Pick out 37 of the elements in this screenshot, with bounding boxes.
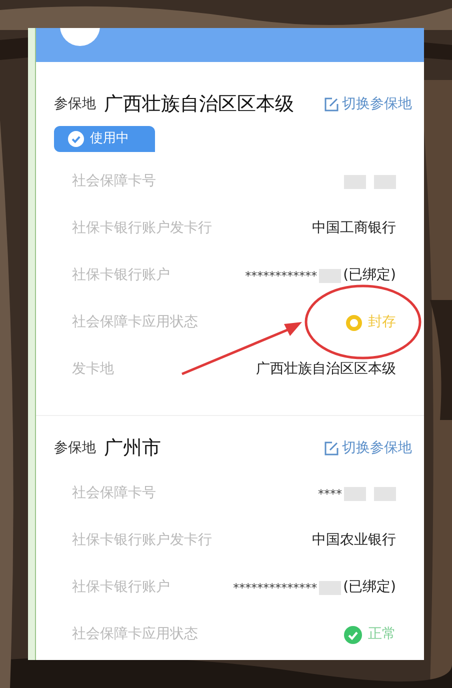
field-value: 中国农业银行: [312, 531, 396, 550]
masked-number: ****: [318, 486, 342, 502]
field-label: 社保卡银行账户: [72, 266, 170, 285]
field-label: 社会保障卡应用状态: [72, 313, 198, 332]
field-label: 社保卡银行账户发卡行: [72, 219, 212, 238]
blurred-digits: [319, 268, 342, 282]
blurred-digits: [344, 174, 366, 188]
check-circle-icon: [68, 131, 84, 147]
blurred-digits: [374, 174, 396, 188]
in-use-badge: 使用中: [54, 126, 155, 152]
field-value: 广西壮族自治区区本级: [256, 360, 396, 379]
edit-icon: [324, 440, 339, 456]
field-value: 中国工商银行: [312, 219, 396, 238]
status-dot-icon: [346, 314, 362, 330]
field-label: 社会保障卡号: [72, 484, 156, 503]
blurred-digits: [319, 580, 342, 594]
bound-label: (已绑定): [343, 266, 396, 285]
switch-place-link[interactable]: 切换参保地: [324, 94, 412, 114]
field-label: 社会保障卡应用状态: [72, 625, 198, 644]
blurred-digits: [374, 486, 396, 500]
insured-place-label: 参保地: [54, 94, 96, 114]
edit-icon: [324, 96, 339, 112]
bound-label: (已绑定): [343, 578, 396, 597]
field-label: 社保卡银行账户发卡行: [72, 531, 212, 550]
masked-number: ************: [245, 268, 318, 284]
switch-place-link[interactable]: 切换参保地: [324, 438, 412, 458]
status-text: 正常: [368, 625, 396, 644]
field-label: 发卡地: [72, 360, 114, 379]
status-text: 封存: [368, 313, 396, 332]
field-label: 社会保障卡号: [72, 172, 156, 191]
masked-number: **************: [233, 580, 318, 596]
insured-place: 广州市: [104, 436, 161, 461]
insured-place-label: 参保地: [54, 438, 96, 458]
blurred-digits: [344, 486, 366, 500]
insured-place: 广西壮族自治区区本级: [104, 92, 294, 117]
field-label: 社保卡银行账户: [72, 578, 170, 597]
check-circle-icon: [344, 626, 362, 644]
